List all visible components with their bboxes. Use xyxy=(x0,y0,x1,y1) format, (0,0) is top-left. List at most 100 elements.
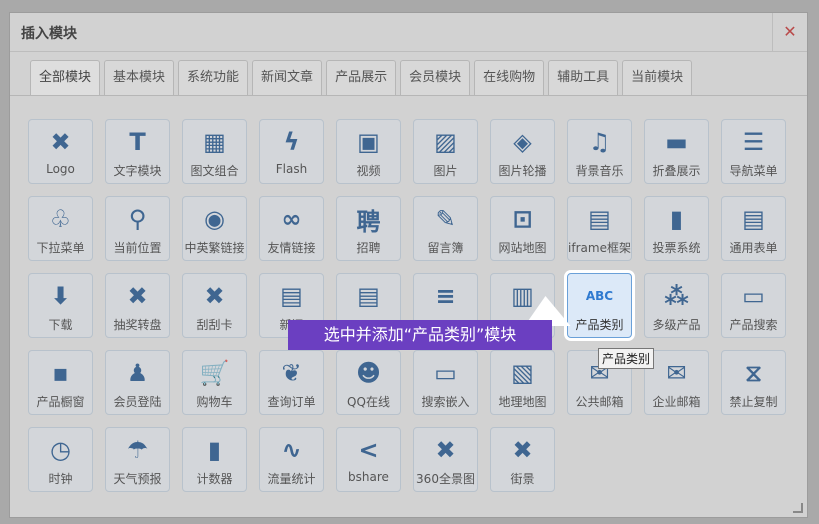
module-tile[interactable]: ✎ 留言簿 xyxy=(413,196,478,261)
module-tile[interactable]: ◷ 时钟 xyxy=(28,427,93,492)
module-tile[interactable]: ⚲ 当前位置 xyxy=(105,196,170,261)
module-label: 禁止复制 xyxy=(729,395,778,409)
guestbook-icon: ✎ xyxy=(435,205,456,233)
flash-icon: ϟ xyxy=(283,128,300,156)
module-tile[interactable]: ▭ 搜索嵌入 xyxy=(413,350,478,415)
module-tile[interactable]: < bshare xyxy=(336,427,401,492)
member-login-icon: ♟ xyxy=(126,359,149,387)
module-tile[interactable]: ⁂ 多级产品 xyxy=(644,273,709,338)
module-label: 留言簿 xyxy=(427,241,464,255)
module-tile[interactable]: ϟ Flash xyxy=(259,119,324,184)
module-tile[interactable]: ✖ 抽奖转盘 xyxy=(105,273,170,338)
module-label: QQ在线 xyxy=(347,395,390,409)
module-tile[interactable]: ✖ 刮刮卡 xyxy=(182,273,247,338)
module-label: 企业邮箱 xyxy=(652,395,701,409)
resize-handle[interactable] xyxy=(793,503,803,513)
module-label: 通用表单 xyxy=(729,241,778,255)
module-label: 会员登陆 xyxy=(113,395,162,409)
module-label: 背景音乐 xyxy=(575,164,624,178)
module-label: Logo xyxy=(46,162,75,176)
stats-icon: ∿ xyxy=(281,436,302,464)
module-tile[interactable]: ∞ 友情链接 xyxy=(259,196,324,261)
order-icon: ❦ xyxy=(281,359,302,387)
module-label: 中英繁链接 xyxy=(184,241,245,255)
module-label: 投票系统 xyxy=(652,241,701,255)
insert-module-dialog: 插入模块 ✕ 全部模块 基本模块 系统功能 新闻文章 产品展示 会员模块 在线购物 辅助工具当… xyxy=(9,12,808,518)
search-embed-icon: ▭ xyxy=(434,359,457,387)
module-label: 抽奖转盘 xyxy=(113,318,162,332)
tab-2[interactable]: 系统功能 xyxy=(178,60,249,96)
module-tile[interactable]: ✖ 街景 xyxy=(490,427,555,492)
module-tile[interactable]: ▮ 投票系统 xyxy=(644,196,709,261)
vote-icon: ▮ xyxy=(669,205,684,233)
module-tile[interactable]: ♧ 下拉菜单 xyxy=(28,196,93,261)
module-tile[interactable]: 🛒 购物车 xyxy=(182,350,247,415)
counter-icon: ▮ xyxy=(207,436,222,464)
tab-8[interactable]: 当前模块 xyxy=(622,60,693,96)
text-icon: T xyxy=(129,128,146,156)
module-tile[interactable]: ▨ 图片 xyxy=(413,119,478,184)
instruction-callout: 选中并添加“产品类别”模块 xyxy=(288,320,552,350)
module-label: 招聘 xyxy=(356,241,381,255)
tab-6[interactable]: 在线购物 xyxy=(474,60,545,96)
module-tile[interactable]: ☻ QQ在线 xyxy=(336,350,401,415)
module-tile[interactable]: ☂ 天气预报 xyxy=(105,427,170,492)
image-text-icon: ▦ xyxy=(203,128,226,156)
location-icon: ⚲ xyxy=(128,205,147,233)
share-icon: < xyxy=(358,436,379,464)
tab-7[interactable]: 辅助工具 xyxy=(548,60,619,96)
module-tile[interactable]: 聘招聘 xyxy=(336,196,401,261)
module-tile[interactable]: ⊡ 网站地图 xyxy=(490,196,555,261)
clock-icon: ◷ xyxy=(50,436,71,464)
enterprise-mail-icon: ✉ xyxy=(666,359,687,387)
tab-0[interactable]: 全部模块 xyxy=(30,60,101,96)
module-label: 产品类别 xyxy=(575,318,624,332)
module-label: 多级产品 xyxy=(652,318,701,332)
module-tile[interactable]: ▣ 视频 xyxy=(336,119,401,184)
dropdown-menu-icon: ♧ xyxy=(49,205,72,233)
module-tile[interactable]: ▬ 折叠展示 xyxy=(644,119,709,184)
module-tile[interactable]: ▭ 产品搜索 xyxy=(721,273,786,338)
module-tile[interactable]: ▪ 产品橱窗 xyxy=(28,350,93,415)
module-tile[interactable]: ✖ 360全景图 xyxy=(413,427,478,492)
tab-divider xyxy=(10,95,807,96)
module-tile[interactable]: ❦ 查询订单 xyxy=(259,350,324,415)
product-search-icon: ▭ xyxy=(742,282,765,310)
module-tile[interactable]: T 文字模块 xyxy=(105,119,170,184)
module-tile[interactable]: ✖ Logo xyxy=(28,119,93,184)
no-copy-icon: ⧖ xyxy=(745,359,762,387)
module-label: 视频 xyxy=(356,164,381,178)
module-tile[interactable]: ☰ 导航菜单 xyxy=(721,119,786,184)
module-tile[interactable]: ▮ 计数器 xyxy=(182,427,247,492)
module-label: 图片轮播 xyxy=(498,164,547,178)
module-label: 时钟 xyxy=(48,472,73,486)
module-label: 当前位置 xyxy=(113,241,162,255)
module-tile[interactable]: ▦ 图文组合 xyxy=(182,119,247,184)
tab-5[interactable]: 会员模块 xyxy=(400,60,471,96)
module-tile[interactable]: ▤ iframe框架 xyxy=(567,196,632,261)
module-tile[interactable]: ▧ 地理地图 xyxy=(490,350,555,415)
close-icon[interactable]: ✕ xyxy=(772,13,807,51)
module-label: 公共邮箱 xyxy=(575,395,624,409)
globe-icon: ◉ xyxy=(204,205,225,233)
music-icon: ♫ xyxy=(588,128,611,156)
module-tile[interactable]: ◉ 中英繁链接 xyxy=(182,196,247,261)
scratch-card-icon: ✖ xyxy=(204,282,225,310)
module-tile[interactable]: ⧖ 禁止复制 xyxy=(721,350,786,415)
tab-3[interactable]: 新闻文章 xyxy=(252,60,323,96)
lottery-icon: ✖ xyxy=(127,282,148,310)
module-tile[interactable]: ♟ 会员登陆 xyxy=(105,350,170,415)
product-window-icon: ▪ xyxy=(52,359,69,387)
module-label: 搜索嵌入 xyxy=(421,395,470,409)
weather-icon: ☂ xyxy=(126,436,149,464)
module-label: 街景 xyxy=(510,472,535,486)
street-view-icon: ✖ xyxy=(512,436,533,464)
module-tile[interactable]: ∿ 流量统计 xyxy=(259,427,324,492)
picture-icon: ▨ xyxy=(434,128,457,156)
module-tile[interactable]: ▤ 通用表单 xyxy=(721,196,786,261)
module-tile[interactable]: ♫ 背景音乐 xyxy=(567,119,632,184)
module-tile[interactable]: ⬇ 下载 xyxy=(28,273,93,338)
tab-4[interactable]: 产品展示 xyxy=(326,60,397,96)
tab-1[interactable]: 基本模块 xyxy=(104,60,175,96)
module-tile[interactable]: ◈ 图片轮播 xyxy=(490,119,555,184)
